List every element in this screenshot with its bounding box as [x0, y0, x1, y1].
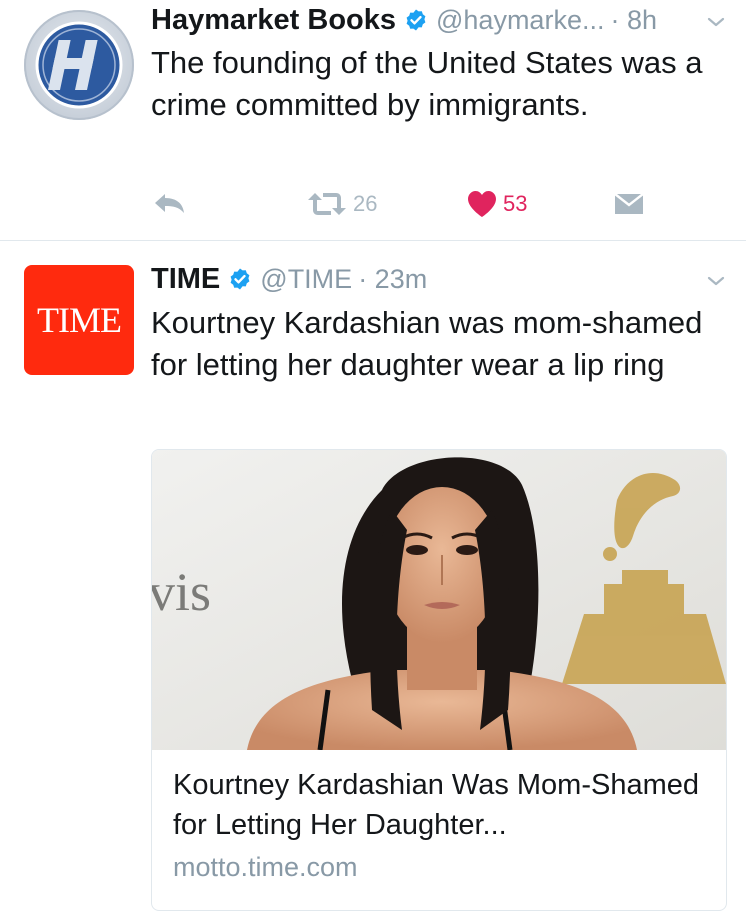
verified-badge-icon [406, 9, 426, 31]
author-handle[interactable]: @haymarke... [436, 5, 604, 36]
tweet-header: TIME @TIME · 23m [151, 261, 427, 297]
avatar[interactable]: TIME [24, 265, 134, 375]
author-name[interactable]: Haymarket Books [151, 4, 396, 37]
card-domain[interactable]: motto.time.com [173, 852, 358, 883]
timestamp[interactable]: · 23m [358, 264, 427, 295]
retweet-button[interactable]: 26 [307, 186, 377, 222]
author-handle[interactable]: @TIME [260, 264, 352, 295]
tweet-haymarket[interactable]: Haymarket Books @haymarke... · 8h The fo… [0, 0, 746, 241]
tweet-actions: 26 53 [151, 186, 711, 222]
retweet-count: 26 [353, 191, 378, 216]
haymarket-logo-icon [35, 21, 123, 109]
reply-icon [155, 194, 184, 213]
backdrop-text: vis [152, 562, 211, 622]
card-title[interactable]: Kourtney Kardashian Was Mom-Shamed for L… [173, 765, 708, 845]
tweet-header: Haymarket Books @haymarke... · 8h [151, 2, 657, 38]
avatar[interactable] [24, 10, 134, 120]
like-count: 53 [503, 191, 528, 216]
tweet-time[interactable]: TIME TIME @TIME · 23m Kourtney Kardashia… [0, 241, 746, 924]
author-name[interactable]: TIME [151, 263, 220, 296]
card-image[interactable]: vis [152, 450, 726, 750]
heart-icon [468, 191, 496, 217]
tweet-text: Kourtney Kardashian was mom-shamed for l… [151, 305, 703, 382]
chevron-down-icon[interactable] [704, 269, 728, 293]
direct-message-button[interactable] [613, 186, 645, 222]
link-card[interactable]: vis Kourtney Kardashian Was Mom-Shamed f… [151, 449, 727, 911]
retweet-icon [308, 193, 346, 215]
tweet-text: The founding of the United States was a … [151, 45, 703, 122]
chevron-down-icon[interactable] [704, 10, 728, 34]
like-button[interactable]: 53 [467, 186, 527, 222]
timestamp[interactable]: · 8h [610, 5, 657, 36]
direct-message-icon [614, 193, 644, 214]
verified-badge-icon [230, 268, 250, 290]
reply-button[interactable] [153, 186, 187, 222]
